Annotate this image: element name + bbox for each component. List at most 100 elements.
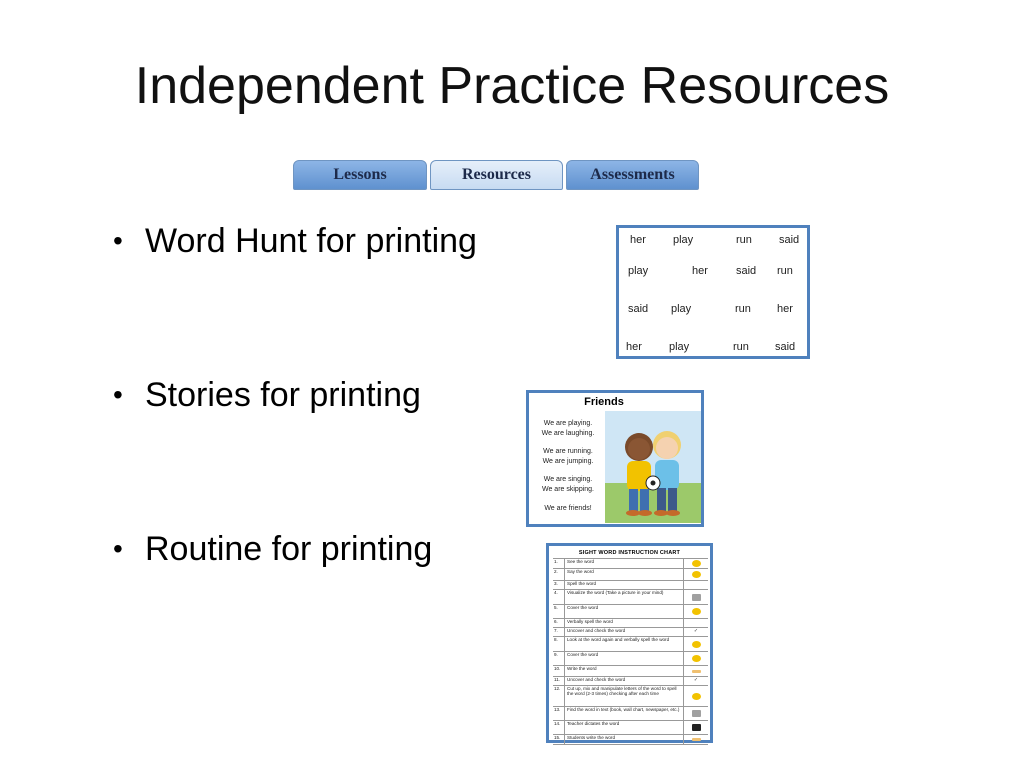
chart-row: 11. Uncover and check the word ✓ [553, 676, 708, 685]
word-hunt-word: play [671, 303, 692, 315]
bullet-text: Routine for printing [145, 530, 433, 568]
chart-row: 14. Teacher dictates the word [553, 720, 708, 734]
word-hunt-word: run [777, 265, 793, 277]
eyes-icon [691, 560, 701, 567]
resource-tabs: Lessons Resources Assessments [293, 160, 699, 190]
pencil-icon [691, 669, 701, 673]
step-text: Write the word [565, 666, 684, 676]
slide-title: Independent Practice Resources [134, 57, 890, 115]
step-text: Visualize the word (Take a picture in yo… [565, 590, 684, 604]
word-hunt-word: said [779, 234, 800, 246]
story-thumbnail[interactable]: Friends We are playing. We are laughing.… [526, 390, 704, 527]
chart-row: 15. Students write the word [553, 734, 708, 745]
step-number: 9. [553, 652, 565, 665]
chart-row: 13. Find the word in text (book, wall ch… [553, 706, 708, 720]
step-text: Cover the word [565, 605, 684, 618]
camera-icon [691, 593, 701, 601]
chart-row: 6. Verbally spell the word [553, 618, 708, 627]
word-hunt-word: said [628, 303, 649, 315]
hand-icon [691, 655, 701, 662]
step-number: 12. [553, 686, 565, 706]
speaking-face-icon [691, 571, 701, 578]
chart-row: 4. Visualize the word (Take a picture in… [553, 589, 708, 604]
tab-lessons[interactable]: Lessons [293, 160, 427, 190]
step-text: Cover the word [565, 652, 684, 665]
story-text: We are playing. We are laughing. We are … [535, 419, 601, 513]
step-text: Find the word in text (book, wall chart,… [565, 707, 684, 720]
chart-row: 1. See the word [553, 558, 708, 568]
word-hunt-row: said play run her [619, 303, 807, 319]
check-icon: ✓ [693, 677, 699, 684]
bullet-icon: • [113, 379, 123, 410]
word-hunt-word: her [630, 234, 646, 246]
bullet-icon: • [113, 533, 123, 564]
chart-title: SIGHT WORD INSTRUCTION CHART [578, 550, 681, 556]
teacher-icon [691, 724, 701, 731]
word-hunt-word: run [736, 234, 752, 246]
word-hunt-row: her play run said [619, 234, 807, 250]
hand-icon [691, 608, 701, 615]
tab-assessments[interactable]: Assessments [566, 160, 699, 190]
step-text: Look at the word again and verbally spel… [565, 637, 684, 651]
word-hunt-word: play [628, 265, 649, 277]
bullet-word-hunt: • Word Hunt for printing [113, 224, 477, 258]
tab-resources[interactable]: Resources [430, 160, 563, 190]
step-number: 3. [553, 581, 565, 589]
word-hunt-word: her [692, 265, 708, 277]
word-hunt-thumbnail[interactable]: her play run said play her said run said… [616, 225, 810, 359]
step-number: 6. [553, 619, 565, 627]
step-text: Cut up, mix and manipulate letters of th… [565, 686, 684, 706]
chart-row: 2. Say the word [553, 568, 708, 580]
check-icon: ✓ [693, 628, 699, 635]
step-number: 10. [553, 666, 565, 676]
bullet-text: Word Hunt for printing [145, 222, 477, 260]
story-line: We are jumping. [542, 457, 594, 465]
step-text: Uncover and check the word [565, 628, 684, 636]
chart-table: 1. See the word 2. Say the word 3. Spell… [553, 558, 708, 745]
chart-row: 5. Cover the word [553, 604, 708, 618]
step-text: Teacher dictates the word [565, 721, 684, 734]
word-hunt-word: her [777, 303, 793, 315]
step-text: Students write the word [565, 735, 684, 744]
story-line: We are playing. [543, 420, 593, 427]
chart-row: 7. Uncover and check the word ✓ [553, 627, 708, 636]
step-number: 15. [553, 735, 565, 744]
step-number: 8. [553, 637, 565, 651]
word-hunt-word: said [775, 341, 796, 353]
step-number: 7. [553, 628, 565, 636]
word-hunt-word: run [735, 303, 751, 315]
bullet-text: Stories for printing [145, 376, 421, 414]
word-hunt-row: play her said run [619, 265, 807, 281]
bullet-icon: • [113, 225, 123, 256]
chart-row: 12. Cut up, mix and manipulate letters o… [553, 685, 708, 706]
word-hunt-word: her [626, 341, 642, 353]
chart-row: 9. Cover the word [553, 651, 708, 665]
word-hunt-word: play [673, 234, 694, 246]
pencil-icon [691, 738, 701, 741]
step-text: Spell the word [565, 581, 684, 589]
magnifier-icon [691, 640, 701, 648]
story-line: We are skipping. [541, 485, 594, 493]
bullet-routine: • Routine for printing [113, 532, 432, 566]
step-text: Say the word [565, 569, 684, 580]
chart-row: 10. Write the word [553, 665, 708, 676]
chart-row: 3. Spell the word [553, 580, 708, 589]
step-number: 13. [553, 707, 565, 720]
bullet-stories: • Stories for printing [113, 378, 421, 412]
word-hunt-word: play [669, 341, 690, 353]
word-hunt-row: her play run said [619, 341, 807, 357]
step-number: 11. [553, 677, 565, 685]
story-line: We are running. [543, 448, 593, 456]
step-number: 4. [553, 590, 565, 604]
step-text: Uncover and check the word [565, 677, 684, 685]
story-line: We are laughing. [541, 429, 595, 437]
friends-illustration [605, 411, 701, 523]
step-number: 1. [553, 559, 565, 568]
step-number: 2. [553, 569, 565, 580]
word-hunt-word: said [736, 265, 757, 277]
word-hunt-word: run [733, 341, 749, 353]
chart-row: 8. Look at the word again and verbally s… [553, 636, 708, 651]
story-title: Friends [584, 396, 624, 408]
scissors-icon [691, 692, 701, 700]
routine-chart-thumbnail[interactable]: SIGHT WORD INSTRUCTION CHART 1. See the … [546, 543, 713, 745]
